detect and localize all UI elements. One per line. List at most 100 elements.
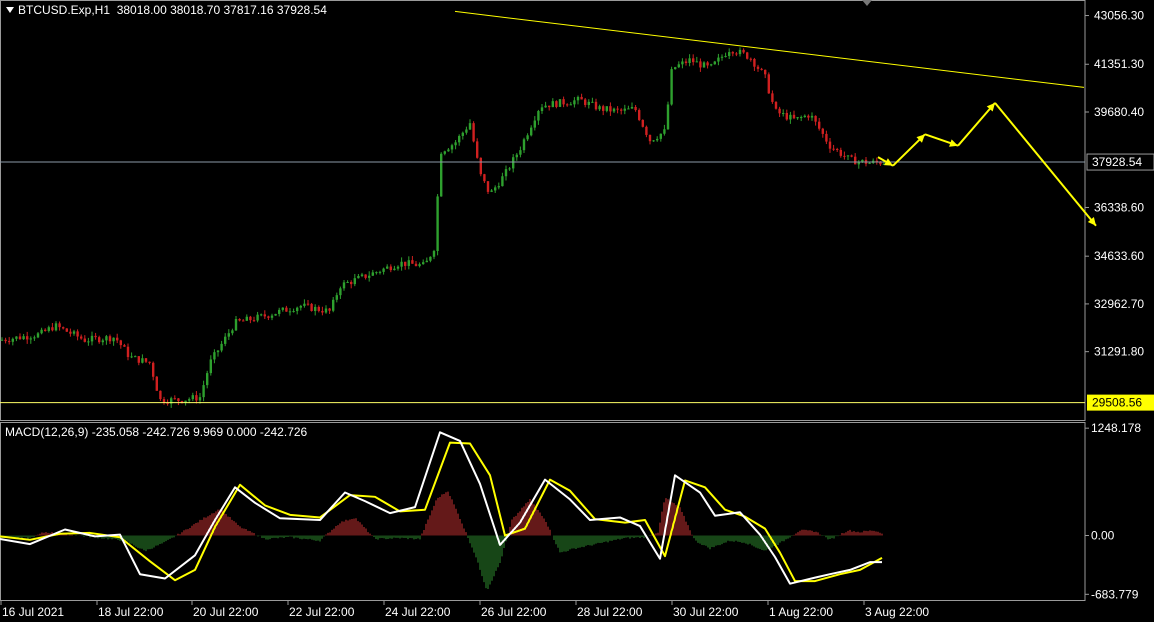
candle-body bbox=[130, 356, 133, 358]
candle bbox=[378, 270, 382, 275]
candle-body bbox=[742, 49, 745, 53]
candle bbox=[159, 390, 162, 401]
candle-body bbox=[141, 358, 144, 363]
candle bbox=[728, 48, 731, 60]
candle-body bbox=[818, 121, 821, 129]
candle-body bbox=[753, 58, 756, 67]
candle bbox=[872, 158, 875, 164]
candle-body bbox=[422, 262, 425, 265]
candle-body bbox=[450, 145, 454, 150]
candle-body bbox=[638, 110, 641, 120]
candle bbox=[353, 273, 356, 287]
candle-body bbox=[468, 123, 472, 130]
candle-body bbox=[522, 139, 526, 151]
candle-body bbox=[652, 140, 655, 142]
candle-body bbox=[36, 333, 40, 338]
candle-body bbox=[288, 311, 292, 313]
candle-body bbox=[602, 106, 605, 111]
candle bbox=[18, 333, 22, 340]
candle-body bbox=[249, 316, 252, 321]
candle-body bbox=[587, 101, 590, 105]
candle-body bbox=[87, 341, 90, 343]
candle bbox=[566, 103, 569, 107]
candle bbox=[234, 315, 238, 332]
candle bbox=[22, 333, 25, 340]
candle-body bbox=[220, 343, 223, 351]
candle-body bbox=[260, 314, 263, 316]
candle-body bbox=[526, 135, 529, 140]
candle-body bbox=[285, 307, 288, 312]
candle-body bbox=[274, 313, 277, 316]
candle-body bbox=[90, 335, 94, 342]
candle bbox=[522, 137, 526, 154]
candle-body bbox=[656, 138, 659, 141]
candle-body bbox=[22, 336, 25, 340]
macd-tick-label: -683.779 bbox=[1091, 587, 1139, 601]
candle-body bbox=[724, 55, 727, 57]
chart-canvas[interactable]: 43056.30 41351.30 39680.40 36338.60 34633.60… bbox=[0, 0, 1154, 622]
candle-body bbox=[692, 58, 695, 63]
candle bbox=[364, 274, 367, 280]
candle bbox=[540, 104, 544, 114]
candle bbox=[666, 101, 670, 130]
dropdown-triangle-icon[interactable] bbox=[6, 7, 14, 14]
candle bbox=[767, 72, 770, 94]
candle bbox=[587, 99, 590, 109]
candle bbox=[414, 260, 418, 267]
candle bbox=[292, 308, 295, 313]
candle bbox=[440, 152, 443, 197]
candle bbox=[443, 150, 446, 156]
candle-body bbox=[411, 260, 414, 264]
candle bbox=[479, 157, 482, 177]
candle-body bbox=[476, 141, 479, 158]
candle-body bbox=[612, 108, 616, 112]
candle bbox=[51, 322, 54, 332]
candle-body bbox=[144, 358, 148, 362]
candle-body bbox=[717, 57, 720, 62]
candle bbox=[796, 117, 799, 120]
candle-body bbox=[558, 99, 562, 107]
candle bbox=[310, 302, 313, 312]
candle bbox=[238, 318, 241, 322]
candle-body bbox=[569, 104, 572, 106]
candle-body bbox=[18, 336, 22, 340]
candle-body bbox=[591, 101, 594, 103]
candle bbox=[814, 115, 817, 126]
candle bbox=[220, 340, 223, 353]
candle-body bbox=[54, 323, 58, 331]
candle-body bbox=[645, 126, 648, 135]
candle-body bbox=[213, 352, 216, 360]
candle bbox=[69, 328, 72, 337]
candle bbox=[411, 256, 414, 264]
candle-body bbox=[861, 159, 864, 162]
candle-body bbox=[393, 268, 396, 271]
candle bbox=[519, 146, 522, 158]
candle bbox=[119, 339, 122, 349]
candle bbox=[130, 352, 133, 359]
candle bbox=[857, 160, 860, 169]
candle-body bbox=[400, 261, 403, 267]
candle bbox=[627, 105, 630, 110]
candle-body bbox=[216, 350, 220, 353]
candle bbox=[231, 328, 234, 336]
candle bbox=[33, 335, 36, 341]
candle-body bbox=[443, 151, 446, 154]
candle bbox=[699, 58, 702, 72]
candle-body bbox=[728, 52, 731, 56]
candle bbox=[44, 328, 47, 332]
candle bbox=[591, 97, 594, 103]
candle-body bbox=[648, 134, 652, 142]
candle bbox=[515, 152, 518, 161]
candle-body bbox=[11, 338, 14, 342]
candle-body bbox=[623, 108, 626, 111]
price-tick-label: 39680.40 bbox=[1094, 105, 1144, 119]
trading-chart-window: 43056.30 41351.30 39680.40 36338.60 34633.60… bbox=[0, 0, 1154, 622]
candle-body bbox=[767, 74, 770, 94]
candle bbox=[396, 265, 400, 271]
candle-body bbox=[807, 115, 810, 118]
candle-body bbox=[206, 373, 209, 386]
candle-body bbox=[191, 395, 194, 400]
candle bbox=[29, 336, 32, 344]
candle bbox=[710, 63, 713, 67]
candle-body bbox=[832, 148, 835, 150]
